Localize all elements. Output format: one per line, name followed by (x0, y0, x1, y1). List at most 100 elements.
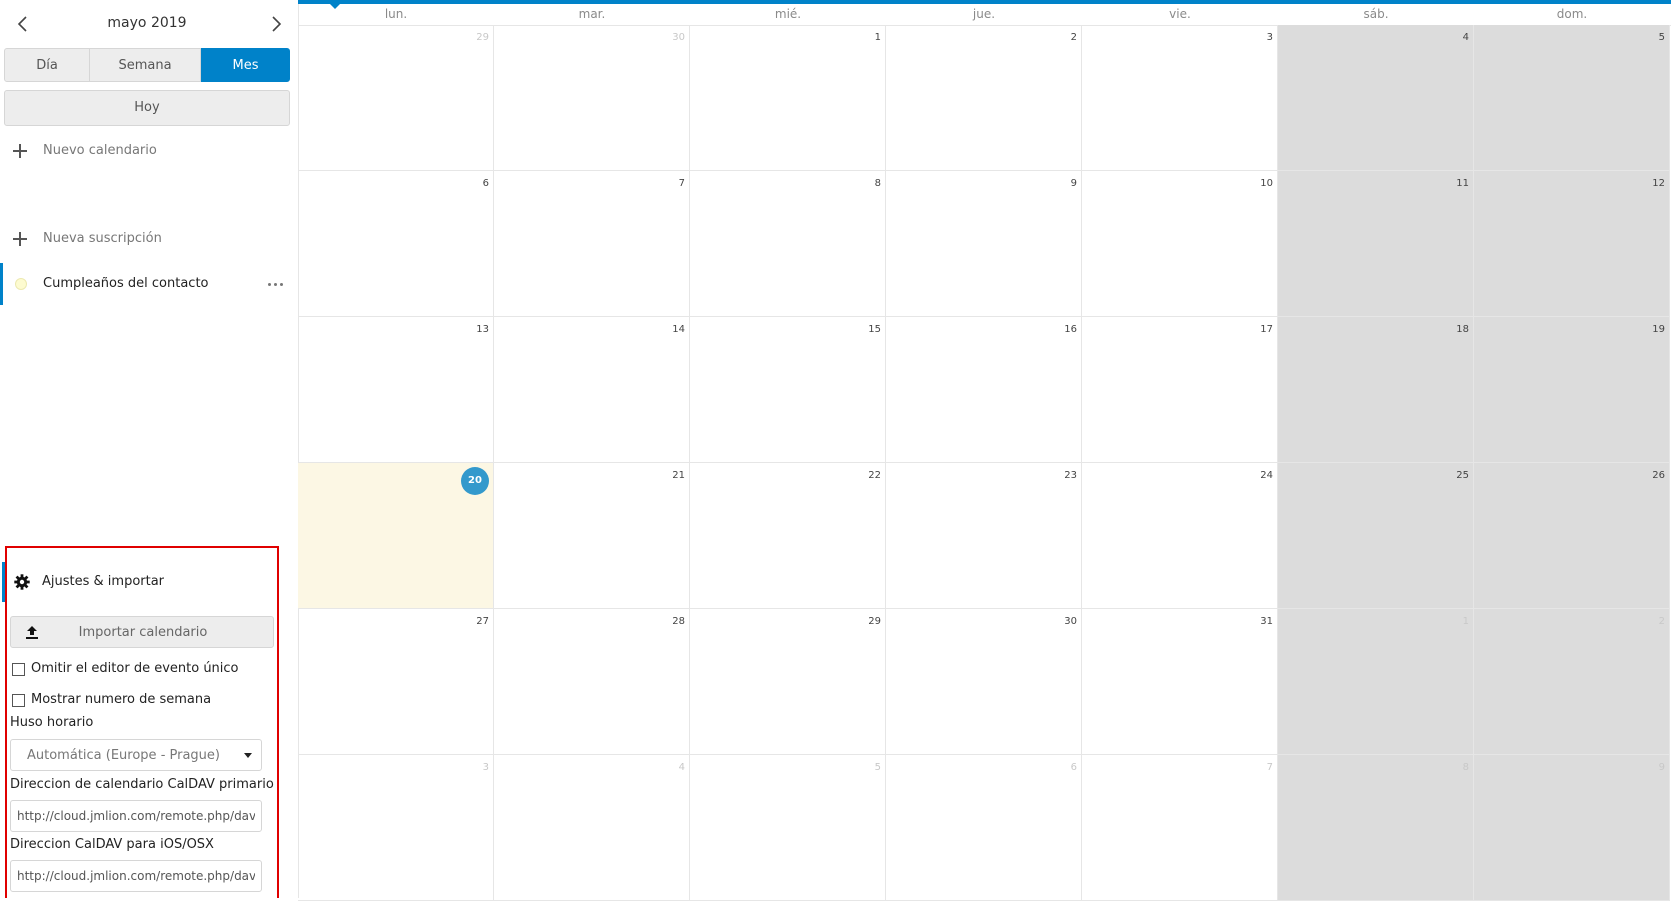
next-month-button[interactable] (258, 6, 294, 42)
day-cell[interactable]: 7 (1082, 755, 1278, 901)
day-number[interactable]: 12 (1652, 178, 1665, 189)
day-number[interactable]: 30 (1064, 616, 1077, 627)
previous-month-button[interactable] (5, 6, 41, 42)
day-number[interactable]: 1 (1463, 616, 1469, 627)
day-number[interactable]: 24 (1260, 470, 1273, 481)
current-month-label[interactable]: mayo 2019 (60, 15, 234, 31)
day-number[interactable]: 22 (868, 470, 881, 481)
day-cell[interactable]: 8 (690, 171, 886, 317)
month-view-button[interactable]: Mes (201, 48, 290, 82)
import-calendar-button[interactable]: Importar calendario (10, 616, 274, 648)
day-number[interactable]: 21 (672, 470, 685, 481)
day-cell[interactable]: 17 (1082, 317, 1278, 463)
day-number[interactable]: 27 (476, 616, 489, 627)
day-number[interactable]: 14 (672, 324, 685, 335)
calendar-color-dot[interactable] (15, 278, 27, 290)
day-number[interactable]: 30 (672, 32, 685, 43)
ios-caldav-url-field[interactable] (10, 860, 262, 892)
day-cell[interactable]: 20 (298, 463, 494, 609)
week-view-button[interactable]: Semana (90, 48, 201, 82)
day-number[interactable]: 23 (1064, 470, 1077, 481)
day-cell[interactable]: 13 (298, 317, 494, 463)
day-number[interactable]: 10 (1260, 178, 1273, 189)
day-cell[interactable]: 5 (690, 755, 886, 901)
week-numbers-label[interactable]: Mostrar numero de semana (31, 692, 211, 707)
day-cell[interactable]: 2 (886, 25, 1082, 171)
day-cell[interactable]: 1 (1278, 609, 1474, 755)
day-cell[interactable]: 29 (298, 25, 494, 171)
day-cell[interactable]: 9 (886, 171, 1082, 317)
day-cell[interactable]: 15 (690, 317, 886, 463)
day-cell[interactable]: 8 (1278, 755, 1474, 901)
day-number[interactable]: 9 (1659, 762, 1665, 773)
day-cell[interactable]: 6 (298, 171, 494, 317)
day-number[interactable]: 4 (679, 762, 685, 773)
settings-toggle[interactable]: Ajustes & importar (2, 562, 277, 602)
day-cell[interactable]: 18 (1278, 317, 1474, 463)
day-cell[interactable]: 2 (1474, 609, 1670, 755)
day-cell[interactable]: 26 (1474, 463, 1670, 609)
day-cell[interactable]: 11 (1278, 171, 1474, 317)
day-cell[interactable]: 4 (1278, 25, 1474, 171)
day-cell[interactable]: 29 (690, 609, 886, 755)
day-cell[interactable]: 21 (494, 463, 690, 609)
day-number[interactable]: 6 (1071, 762, 1077, 773)
day-cell[interactable]: 30 (886, 609, 1082, 755)
skip-popover-label[interactable]: Omitir el editor de evento único (31, 661, 239, 676)
day-cell[interactable]: 31 (1082, 609, 1278, 755)
day-cell[interactable]: 22 (690, 463, 886, 609)
day-number[interactable]: 7 (679, 178, 685, 189)
calendar-list-item[interactable]: Cumpleaños del contacto (0, 263, 298, 305)
day-cell[interactable]: 4 (494, 755, 690, 901)
day-cell[interactable]: 1 (690, 25, 886, 171)
day-cell[interactable]: 25 (1278, 463, 1474, 609)
day-number[interactable]: 25 (1456, 470, 1469, 481)
day-cell[interactable]: 6 (886, 755, 1082, 901)
day-cell[interactable]: 3 (298, 755, 494, 901)
day-number[interactable]: 28 (672, 616, 685, 627)
new-subscription-button[interactable]: Nueva suscripción (0, 223, 298, 255)
day-cell[interactable]: 9 (1474, 755, 1670, 901)
day-cell[interactable]: 12 (1474, 171, 1670, 317)
day-cell[interactable]: 3 (1082, 25, 1278, 171)
day-cell[interactable]: 23 (886, 463, 1082, 609)
day-number[interactable]: 1 (875, 32, 881, 43)
day-number[interactable]: 3 (483, 762, 489, 773)
day-number[interactable]: 8 (1463, 762, 1469, 773)
day-number[interactable]: 29 (868, 616, 881, 627)
day-view-button[interactable]: Día (4, 48, 90, 82)
day-number[interactable]: 13 (476, 324, 489, 335)
day-number[interactable]: 16 (1064, 324, 1077, 335)
day-cell[interactable]: 24 (1082, 463, 1278, 609)
day-number[interactable]: 8 (875, 178, 881, 189)
today-date-badge[interactable]: 20 (461, 467, 489, 495)
new-calendar-button[interactable]: Nuevo calendario (0, 135, 298, 167)
day-cell[interactable]: 19 (1474, 317, 1670, 463)
day-number[interactable]: 7 (1267, 762, 1273, 773)
day-number[interactable]: 19 (1652, 324, 1665, 335)
day-cell[interactable]: 7 (494, 171, 690, 317)
timezone-select[interactable]: Automática (Europe - Prague) (10, 739, 262, 771)
day-number[interactable]: 5 (1659, 32, 1665, 43)
day-cell[interactable]: 16 (886, 317, 1082, 463)
primary-caldav-url-field[interactable] (10, 800, 262, 832)
day-number[interactable]: 3 (1267, 32, 1273, 43)
day-cell[interactable]: 27 (298, 609, 494, 755)
day-number[interactable]: 5 (875, 762, 881, 773)
week-numbers-checkbox[interactable] (12, 694, 25, 707)
today-button[interactable]: Hoy (4, 90, 290, 126)
day-cell[interactable]: 30 (494, 25, 690, 171)
skip-popover-checkbox[interactable] (12, 663, 25, 676)
day-number[interactable]: 31 (1260, 616, 1273, 627)
day-number[interactable]: 29 (476, 32, 489, 43)
day-cell[interactable]: 10 (1082, 171, 1278, 317)
day-number[interactable]: 9 (1071, 178, 1077, 189)
day-number[interactable]: 11 (1456, 178, 1469, 189)
day-number[interactable]: 26 (1652, 470, 1665, 481)
more-options-icon[interactable] (266, 275, 288, 293)
day-number[interactable]: 15 (868, 324, 881, 335)
day-cell[interactable]: 14 (494, 317, 690, 463)
day-cell[interactable]: 5 (1474, 25, 1670, 171)
day-number[interactable]: 2 (1659, 616, 1665, 627)
day-number[interactable]: 2 (1071, 32, 1077, 43)
